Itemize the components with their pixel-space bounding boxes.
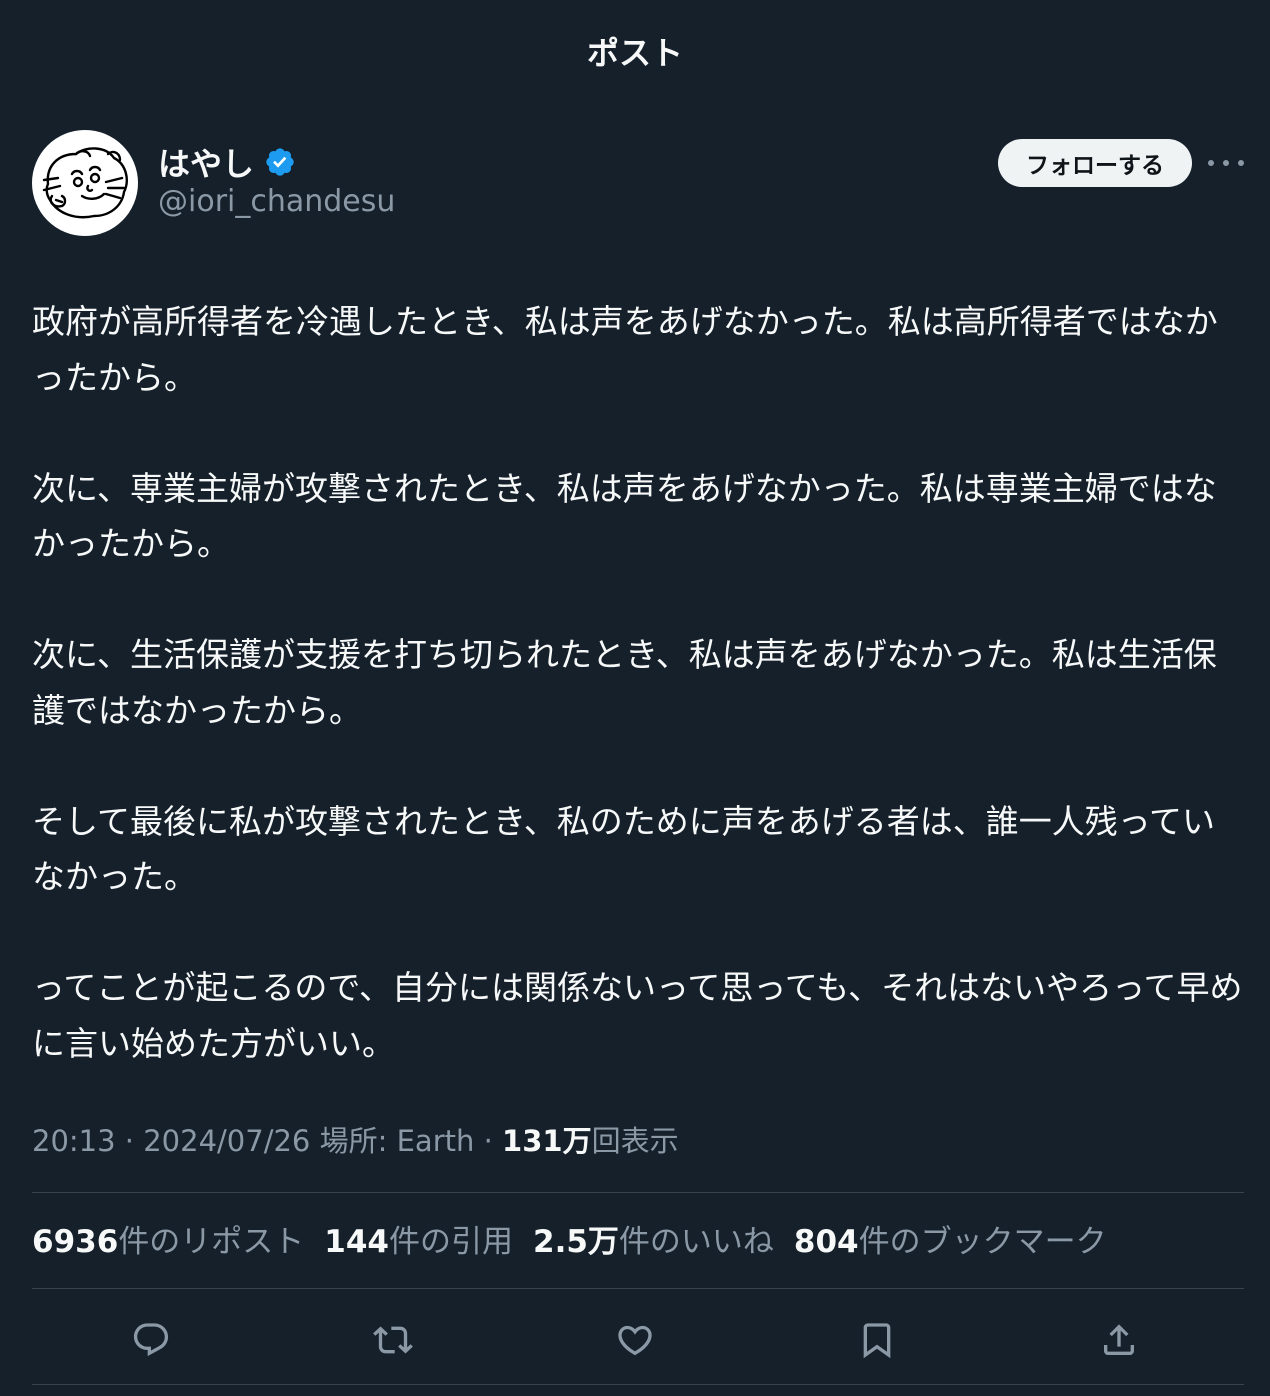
avatar-illustration <box>42 147 128 219</box>
tweet-paragraph: そして最後に私が攻撃されたとき、私のために声をあげる者は、誰一人残っていなかった… <box>32 801 1216 897</box>
more-options-icon[interactable] <box>1208 150 1244 176</box>
location-label: 場所: <box>319 1124 397 1158</box>
meta-separator: · <box>474 1124 503 1158</box>
views-label[interactable]: 回表示 <box>592 1124 679 1158</box>
bookmark-button[interactable] <box>847 1310 907 1370</box>
page-title: ポスト <box>586 34 683 72</box>
likes-count: 2.5万 <box>533 1224 619 1260</box>
bookmarks-label: 件のブックマーク <box>858 1224 1107 1260</box>
share-icon <box>1104 1324 1134 1355</box>
like-icon <box>618 1325 652 1356</box>
tweet-paragraph: 次に、生活保護が支援を打ち切られたとき、私は声をあげなかった。私は生活保護ではな… <box>32 635 1217 730</box>
more-dot <box>1238 160 1244 166</box>
reposts-stat[interactable]: 6936件のリポスト <box>32 1216 304 1261</box>
engagement-stats: 6936件のリポスト 144件の引用 2.5万件のいいね 804件のブックマーク <box>32 1216 1127 1261</box>
follow-button[interactable]: フォローする <box>998 139 1192 187</box>
reposts-count: 6936 <box>32 1224 119 1260</box>
reposts-label: 件のリポスト <box>118 1224 305 1260</box>
action-bar <box>32 1310 1244 1370</box>
retweet-button[interactable] <box>363 1310 423 1370</box>
reply-button[interactable] <box>121 1310 181 1370</box>
divider <box>32 1288 1244 1289</box>
author-handle[interactable]: @iori_chandesu <box>158 184 395 219</box>
bookmarks-count: 804 <box>793 1224 859 1260</box>
verified-badge-icon[interactable] <box>264 146 296 178</box>
divider <box>32 1192 1244 1193</box>
location-value: Earth <box>396 1124 475 1158</box>
tweet-text: 政府が高所得者を冷遇したとき、私は声をあげなかった。私は高所得者ではなかったから… <box>32 294 1244 1127</box>
like-button[interactable] <box>605 1310 665 1370</box>
share-button[interactable] <box>1089 1310 1149 1370</box>
divider <box>32 1384 1244 1385</box>
bookmarks-stat[interactable]: 804件のブックマーク <box>794 1216 1107 1261</box>
quotes-count: 144 <box>324 1224 389 1260</box>
author-name-row[interactable]: はやし <box>158 140 296 184</box>
retweet-icon <box>373 1326 413 1354</box>
tweet-paragraph: 政府が高所得者を冷遇したとき、私は声をあげなかった。私は高所得者ではなかったから… <box>32 302 1218 397</box>
reply-icon <box>133 1323 169 1357</box>
tweet-metadata: 20:13 · 2024/07/26 場所: Earth · 131万回表示 <box>32 1118 679 1160</box>
avatar[interactable] <box>32 130 138 236</box>
quotes-stat[interactable]: 144件の引用 <box>324 1216 513 1261</box>
tweet-paragraph: 次に、専業主婦が攻撃されたとき、私は声をあげなかった。私は専業主婦ではなかったか… <box>32 468 1217 564</box>
views-count[interactable]: 131万 <box>502 1124 592 1158</box>
tweet-paragraph: ってことが起こるので、自分には関係ないって思っても、それはないやろって早めに言い… <box>32 968 1243 1063</box>
likes-stat[interactable]: 2.5万件のいいね <box>533 1216 774 1261</box>
bookmark-icon <box>863 1323 891 1359</box>
tweet-date[interactable]: 2024/07/26 <box>143 1124 310 1158</box>
more-dot <box>1208 160 1214 166</box>
quotes-label: 件の引用 <box>389 1224 513 1260</box>
tweet-time[interactable]: 20:13 <box>32 1124 116 1158</box>
meta-separator: · <box>115 1124 144 1158</box>
more-dot <box>1223 160 1229 166</box>
likes-label: 件のいいね <box>618 1224 774 1260</box>
display-name[interactable]: はやし <box>158 139 254 185</box>
